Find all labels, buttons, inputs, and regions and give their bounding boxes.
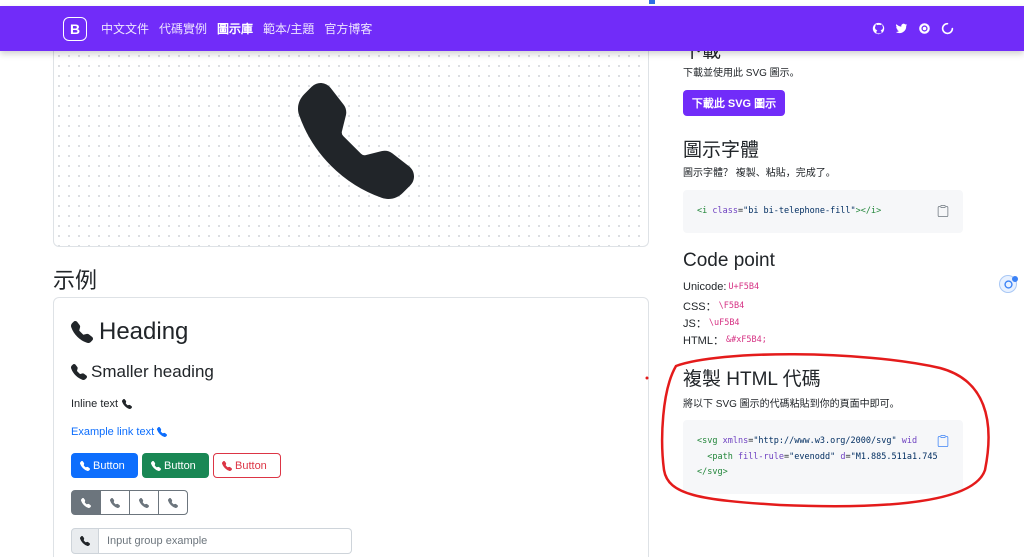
examples-panel: Heading Smaller heading Inline text Exam…: [53, 297, 649, 557]
telephone-fill-icon: [298, 83, 414, 199]
clipboard-icon[interactable]: [937, 204, 949, 217]
example-input-group: Input group example: [71, 528, 352, 554]
primary-button-label: Button: [93, 459, 125, 472]
svg-code-line-1: <svg xmlns="http://www.w3.org/2000/svg" …: [697, 436, 918, 446]
telephone-fill-icon: [157, 427, 168, 437]
code-point-heading: Code point: [683, 250, 775, 271]
inline-text-label: Inline text: [71, 398, 119, 410]
icon-preview-panel: [53, 51, 649, 247]
telephone-fill-icon: [71, 364, 87, 380]
top-strip-marker: [649, 0, 655, 4]
loading-icon: [940, 22, 954, 36]
telephone-fill-icon: [168, 497, 178, 508]
icon-font-heading: 圖示字體: [683, 140, 760, 161]
nav-link-docs[interactable]: 中文文件: [101, 20, 149, 37]
download-description: 下載並使用此 SVG 圖示。: [683, 68, 800, 79]
top-navbar: B 中文文件 代碼實例 圖示庫 範本/主題 官方博客: [0, 6, 1024, 51]
telephone-fill-icon: [71, 321, 93, 343]
example-heading: Heading: [71, 318, 188, 346]
example-heading-text: Heading: [99, 318, 189, 345]
icon-font-code-line: <i class="bi bi-telephone-fill"></i>: [697, 206, 882, 216]
copy-html-code-block: <svg xmlns="http://www.w3.org/2000/svg" …: [683, 420, 963, 494]
download-svg-button[interactable]: 下載此 SVG 圖示: [683, 90, 785, 116]
primary-button[interactable]: Button: [71, 453, 138, 478]
example-inline-text: Inline text: [71, 398, 133, 410]
example-button-group: [71, 490, 188, 515]
telephone-fill-icon: [110, 497, 120, 508]
floating-assistant-icon[interactable]: [999, 275, 1018, 293]
input-group-addon: [71, 528, 99, 554]
outline-danger-button[interactable]: Button: [213, 453, 281, 478]
telephone-fill-icon: [80, 460, 90, 471]
opencollective-icon[interactable]: [917, 22, 931, 36]
example-link-text: Example link text: [71, 426, 155, 438]
code-point-unicode: Unicode: U+F5B4: [683, 281, 760, 293]
button-group-item-4[interactable]: [158, 490, 188, 515]
clipboard-icon[interactable]: [937, 434, 949, 447]
bootstrap-logo[interactable]: B: [63, 17, 87, 41]
button-group-item-1[interactable]: [71, 490, 101, 515]
copy-html-description: 將以下 SVG 圖示的代碼粘貼到你的頁面中即可。: [683, 399, 900, 410]
notification-dot: [1012, 276, 1018, 282]
example-smaller-heading-text: Smaller heading: [91, 362, 214, 381]
telephone-fill-icon: [151, 460, 161, 471]
success-button[interactable]: Button: [142, 453, 209, 478]
nav-link-icons[interactable]: 圖示庫: [217, 20, 253, 37]
icon-font-code-block: <i class="bi bi-telephone-fill"></i>: [683, 190, 963, 233]
example-link[interactable]: Example link text: [71, 426, 168, 438]
svg-code-line-2: <path fill-rule="evenodd" d="M1.885.511a…: [697, 452, 938, 462]
code-point-js: JS： \uF5B4: [683, 318, 740, 330]
svg-code-line-3: </svg>: [697, 467, 728, 477]
nav-link-themes[interactable]: 範本/主題: [263, 20, 314, 37]
button-group-item-2[interactable]: [100, 490, 130, 515]
example-smaller-heading: Smaller heading: [71, 362, 214, 382]
telephone-fill-icon: [222, 460, 232, 471]
telephone-fill-icon: [81, 497, 91, 508]
example-buttons: Button Button Button: [71, 453, 281, 478]
nav-social-icons: [871, 6, 954, 51]
twitter-icon[interactable]: [894, 22, 908, 36]
code-point-html: HTML： &#xF5B4;: [683, 335, 767, 347]
telephone-fill-icon: [80, 536, 90, 546]
outline-button-label: Button: [235, 459, 267, 472]
nav-link-blog[interactable]: 官方博客: [324, 20, 372, 37]
examples-title: 示例: [53, 268, 98, 293]
telephone-fill-icon: [139, 497, 149, 508]
nav-links: 中文文件 代碼實例 圖示庫 範本/主題 官方博客: [101, 6, 372, 51]
input-group-field[interactable]: Input group example: [99, 528, 352, 554]
copy-html-heading: 複製 HTML 代碼: [683, 369, 821, 390]
code-point-css: CSS： \F5B4: [683, 301, 745, 313]
button-group-item-3[interactable]: [129, 490, 159, 515]
icon-font-description: 圖示字體？ 複製、粘貼，完成了。: [683, 168, 836, 179]
telephone-fill-icon: [122, 399, 133, 409]
success-button-label: Button: [164, 459, 196, 472]
github-icon[interactable]: [871, 22, 885, 36]
nav-link-examples[interactable]: 代碼實例: [159, 20, 207, 37]
